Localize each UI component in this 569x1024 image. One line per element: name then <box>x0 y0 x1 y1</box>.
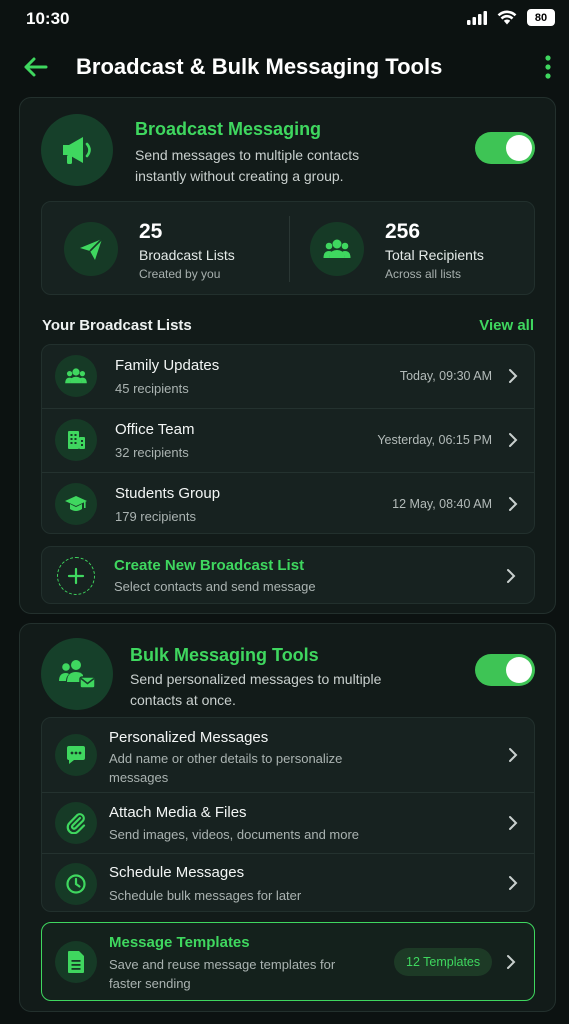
bulk-messaging-card: Bulk Messaging Tools Send personalized m… <box>19 623 556 1012</box>
app-header: Broadcast & Bulk Messaging Tools <box>0 44 569 90</box>
stat-label: Broadcast Lists <box>139 247 235 263</box>
tool-sub: Schedule bulk messages for later <box>109 888 302 903</box>
templates-count-badge: 12 Templates <box>394 948 493 976</box>
list-item[interactable]: Family Updates 45 recipients Today, 09:3… <box>42 345 534 408</box>
tool-title: Attach Media & Files <box>109 804 247 821</box>
stat-sub: Created by you <box>139 267 221 281</box>
more-options-icon[interactable] <box>539 52 557 82</box>
list-recipients: 179 recipients <box>115 509 196 524</box>
tool-schedule-messages[interactable]: Schedule Messages Schedule bulk messages… <box>42 854 534 911</box>
group-message-icon <box>41 638 113 710</box>
broadcast-toggle[interactable] <box>475 132 535 164</box>
list-time: 12 May, 08:40 AM <box>392 497 492 511</box>
chevron-right-icon <box>507 569 516 583</box>
bulk-description: Send personalized messages to multiple c… <box>130 671 382 708</box>
templates-title: Message Templates <box>109 934 250 951</box>
signal-icon <box>467 10 487 25</box>
chat-bubble-icon <box>55 734 97 776</box>
graduation-cap-icon <box>55 483 97 525</box>
list-name: Family Updates <box>115 357 220 374</box>
templates-sub: Save and reuse message templates for fas… <box>109 957 336 991</box>
tool-sub: Send images, videos, documents and more <box>109 827 360 842</box>
list-time: Yesterday, 06:15 PM <box>377 433 492 447</box>
list-item[interactable]: Students Group 179 recipients 12 May, 08… <box>42 473 534 533</box>
tool-title: Schedule Messages <box>109 864 245 881</box>
list-time: Today, 09:30 AM <box>399 369 492 383</box>
stat-value: 256 <box>385 220 421 243</box>
tool-title: Personalized Messages <box>109 729 269 746</box>
message-templates-item[interactable]: Message Templates Save and reuse message… <box>41 922 535 1001</box>
bulk-title: Bulk Messaging Tools <box>130 645 319 665</box>
create-broadcast-list-button[interactable]: Create New Broadcast List Select contact… <box>41 546 535 604</box>
chevron-right-icon <box>507 955 516 969</box>
list-recipients: 45 recipients <box>115 381 189 396</box>
divider <box>289 216 290 282</box>
stat-value: 25 <box>139 220 163 243</box>
group-icon <box>310 222 364 276</box>
lists-heading: Your Broadcast Lists <box>42 317 192 334</box>
clock-icon <box>55 863 97 905</box>
tool-sub: Add name or other details to personalize… <box>109 751 343 785</box>
create-title: Create New Broadcast List <box>114 557 305 574</box>
document-icon <box>55 941 97 983</box>
chevron-right-icon <box>509 497 518 511</box>
battery-indicator: 80 <box>527 9 555 26</box>
page-title: Broadcast & Bulk Messaging Tools <box>76 54 443 79</box>
broadcast-lists: Family Updates 45 recipients Today, 09:3… <box>41 344 535 534</box>
broadcast-description: Send messages to multiple contacts insta… <box>135 147 360 184</box>
tool-personalized-messages[interactable]: Personalized Messages Add name or other … <box>42 718 534 792</box>
tool-attach-media[interactable]: Attach Media & Files Send images, videos… <box>42 793 534 853</box>
broadcast-title: Broadcast Messaging <box>135 119 322 139</box>
bulk-tools-list: Personalized Messages Add name or other … <box>41 717 535 912</box>
status-icons: 80 <box>467 9 555 26</box>
chevron-right-icon <box>509 433 518 447</box>
plus-icon <box>57 557 95 595</box>
list-recipients: 32 recipients <box>115 445 189 460</box>
chevron-right-icon <box>509 876 518 890</box>
office-building-icon <box>55 419 97 461</box>
view-all-link[interactable]: View all <box>479 317 534 334</box>
chevron-right-icon <box>509 369 518 383</box>
bulk-toggle[interactable] <box>475 654 535 686</box>
status-time: 10:30 <box>26 9 70 28</box>
list-item[interactable]: Office Team 32 recipients Yesterday, 06:… <box>42 409 534 472</box>
list-name: Office Team <box>115 421 195 438</box>
broadcast-stats: 25 Broadcast Lists Created by you 256 To… <box>41 201 535 295</box>
paper-plane-icon <box>64 222 118 276</box>
family-icon <box>55 355 97 397</box>
wifi-icon <box>497 10 517 25</box>
broadcast-card: Broadcast Messaging Send messages to mul… <box>19 97 556 614</box>
list-name: Students Group <box>115 485 221 502</box>
status-bar: 10:30 80 <box>0 0 569 40</box>
megaphone-icon <box>41 114 113 186</box>
paperclip-icon <box>55 802 97 844</box>
back-arrow-icon[interactable] <box>20 52 50 82</box>
create-sub: Select contacts and send message <box>114 579 316 594</box>
chevron-right-icon <box>509 748 518 762</box>
stat-label: Total Recipients <box>385 247 484 263</box>
chevron-right-icon <box>509 816 518 830</box>
stat-sub: Across all lists <box>385 267 462 281</box>
